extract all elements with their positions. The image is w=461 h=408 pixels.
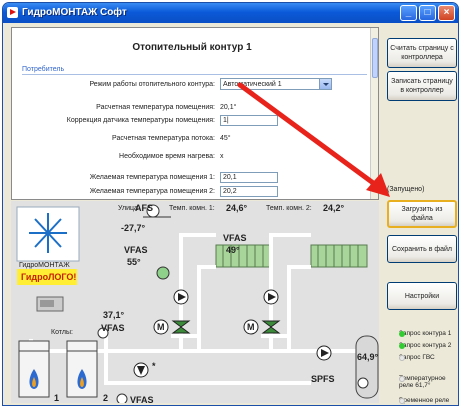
mode-label: Режим работы отопительного контура:: [89, 81, 215, 88]
maximize-button[interactable]: □: [419, 5, 436, 21]
chevron-down-icon[interactable]: [319, 79, 331, 89]
window-title: ГидроМОНТАЖ Софт: [22, 7, 127, 18]
motor-2-label: M: [247, 322, 255, 332]
boilers-label: Котлы:: [51, 329, 73, 336]
boiler-2-number: 2: [103, 393, 109, 403]
pump-star: *: [152, 361, 156, 371]
status-led: [399, 355, 405, 361]
radiator-1-icon: [215, 244, 273, 268]
app-window: ГидроМОНТАЖ Софт _ □ × Отопительный конт…: [2, 2, 459, 406]
vfas3-name: VFAS: [101, 323, 125, 333]
legend-label: Запрос контура 1: [399, 330, 452, 337]
load-file-button[interactable]: Загрузить из файла: [387, 200, 457, 228]
heating-circuit-panel: Отопительный контур 1 Потребитель Режим …: [11, 27, 379, 200]
tank-temp: 64,9°: [357, 352, 379, 362]
status-led: [399, 331, 405, 337]
close-button[interactable]: ×: [438, 5, 455, 21]
read-page-button[interactable]: Считать страницу с контроллера: [387, 38, 457, 68]
desired-temp-2-input[interactable]: 20,2: [220, 186, 278, 197]
minimize-button[interactable]: _: [400, 5, 417, 21]
mixing-valve-icon: [261, 320, 281, 334]
save-file-button[interactable]: Сохранить в файл: [387, 235, 457, 263]
section-divider: [22, 74, 367, 75]
vfas4-name: VFAS: [130, 395, 154, 403]
afs-temp: -27,7°: [121, 223, 146, 233]
legend-item-timer-relay: Временное реле: [389, 397, 458, 404]
room1-temp-label: Темп. комн. 1:: [169, 205, 215, 212]
boiler-1-number: 1: [54, 393, 60, 403]
brand-text: ГидроЛОГО!: [21, 272, 77, 282]
app-icon: [7, 7, 18, 18]
storage-tank-icon: [355, 335, 379, 399]
afs-name: AFS: [135, 203, 153, 213]
spfs-sensor-icon: [357, 377, 369, 389]
status-text: (Запущено): [387, 186, 425, 193]
mode-select[interactable]: Автоматический 1: [220, 78, 332, 90]
panel-title: Отопительный контур 1: [132, 42, 252, 53]
sensor-correction-label: Коррекция датчика температуры помещения:: [66, 117, 215, 124]
sensor-correction-input[interactable]: 1|: [220, 115, 278, 126]
panel-scrollbar[interactable]: [370, 28, 378, 199]
pump-icon: [263, 289, 279, 305]
vfas2-temp: 49°: [226, 245, 240, 255]
legend-label: Температурное реле 61,7°: [399, 375, 446, 389]
flow-temp-label: Расчетная температура потока:: [112, 135, 215, 142]
status-led: [399, 398, 405, 404]
motor-1-label: M: [157, 322, 165, 332]
vfas-sensor-icon: [116, 393, 128, 403]
heating-time-label: Необходимое время нагрева:: [119, 153, 215, 160]
section-consumer: Потребитель: [22, 66, 65, 73]
heating-time-value: x: [220, 153, 224, 160]
status-led: [399, 376, 405, 382]
pump-icon: [133, 362, 149, 378]
desired-temp-1-input[interactable]: 20,1: [220, 172, 278, 183]
legend-item-temp-relay: Температурное реле 61,7°: [389, 375, 458, 389]
vfas2-name: VFAS: [223, 233, 247, 243]
legend-item-circuit2: Запрос контура 2: [389, 342, 458, 349]
desired-temp-1-label: Желаемая температура помещения 1:: [89, 174, 215, 181]
title-bar: ГидроМОНТАЖ Софт _ □ ×: [3, 3, 458, 23]
scheme-diagram: [16, 204, 379, 403]
vfas1-temp: 55°: [127, 257, 141, 267]
legend-item-dhw: Запрос ГВС: [389, 354, 458, 361]
legend-label: Запрос контура 2: [399, 342, 452, 349]
mode-select-value: Автоматический 1: [223, 81, 282, 88]
spfs-name: SPFS: [311, 374, 335, 384]
room-temp-calc-label: Расчетная температура помещения:: [96, 104, 215, 111]
status-led: [399, 343, 405, 349]
vfas-sensor-icon: [156, 266, 170, 280]
desired-temp-2-label: Желаемая температура помещения 2:: [89, 188, 215, 195]
legend-label: Временное реле: [399, 397, 450, 404]
boiler-1-icon: [18, 340, 50, 398]
room-temp-calc-value: 20,1°: [220, 104, 237, 111]
vfas1-name: VFAS: [124, 245, 148, 255]
boiler-2-icon: [66, 340, 98, 398]
hydraulic-scheme: Улица AFS -27,7° Темп. комн. 1: 24,6° Те…: [11, 201, 379, 403]
room2-temp: 24,2°: [323, 203, 345, 213]
pump-icon: [173, 289, 189, 305]
scrollbar-thumb[interactable]: [372, 38, 378, 78]
settings-button[interactable]: Настройки: [387, 282, 457, 310]
flow-temp-value: 45°: [220, 135, 231, 142]
room1-temp: 24,6°: [226, 203, 248, 213]
legend-item-circuit1: Запрос контура 1: [389, 330, 458, 337]
logo-caption: ГидроМОНТАЖ: [19, 262, 70, 269]
radiator-2-icon: [310, 244, 368, 268]
pump-icon: [316, 345, 332, 361]
legend-label: Запрос ГВС: [399, 354, 435, 361]
vfas3-temp: 37,1°: [103, 310, 125, 320]
mixing-valve-icon: [171, 320, 191, 334]
write-page-button[interactable]: Записать страницу в контроллер: [387, 71, 457, 101]
room2-temp-label: Темп. комн. 2:: [266, 205, 312, 212]
